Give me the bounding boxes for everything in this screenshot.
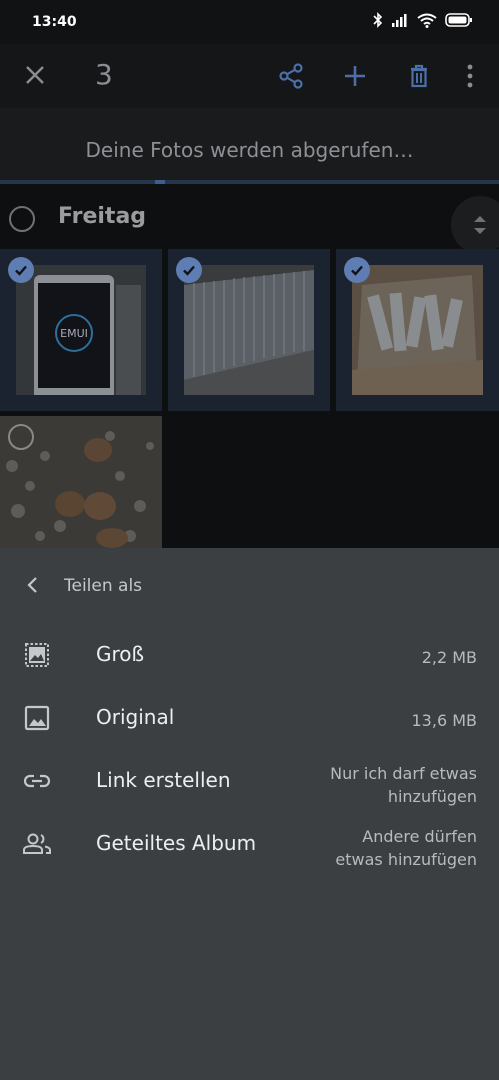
plus-icon bbox=[345, 66, 365, 86]
close-selection-button[interactable] bbox=[20, 60, 50, 90]
photo-tile[interactable]: EMUI bbox=[0, 249, 162, 411]
photo-thumbnail bbox=[184, 265, 314, 395]
more-vert-icon bbox=[467, 64, 473, 88]
share-as-sheet: Teilen als Groß 2,2 MB Original 13,6 MB … bbox=[0, 548, 499, 1080]
selected-check-icon bbox=[176, 257, 202, 283]
date-group-label: Freitag bbox=[58, 204, 147, 229]
back-button[interactable] bbox=[22, 574, 44, 596]
status-bar: 13:40 bbox=[0, 0, 499, 44]
link-icon bbox=[22, 766, 52, 796]
option-label: Original bbox=[96, 705, 175, 729]
phone-screen-text: EMUI bbox=[60, 327, 88, 340]
option-meta: 13,6 MB bbox=[411, 711, 478, 730]
share-option-create-link[interactable]: Link erstellen Nur ich darf etwas hinzuf… bbox=[0, 752, 499, 812]
option-meta: 2,2 MB bbox=[421, 648, 477, 667]
selected-check-icon bbox=[8, 257, 34, 283]
option-label: Geteiltes Album bbox=[96, 831, 257, 855]
add-button[interactable] bbox=[339, 60, 371, 92]
date-group-header: Freitag bbox=[0, 186, 499, 248]
scroll-handle-icon bbox=[474, 216, 486, 234]
photo-tile[interactable] bbox=[168, 249, 330, 411]
fetching-banner: Deine Fotos werden abgerufen… bbox=[0, 108, 499, 184]
chevron-left-icon bbox=[27, 577, 37, 593]
share-option-original[interactable]: Original 13,6 MB bbox=[0, 689, 499, 749]
progress-bar bbox=[0, 180, 499, 184]
share-option-shared-album[interactable]: Geteiltes Album Andere dürfen etwas hinz… bbox=[0, 815, 499, 875]
close-icon bbox=[26, 66, 44, 84]
unselected-radio[interactable] bbox=[8, 424, 34, 450]
progress-fill bbox=[155, 180, 165, 184]
people-icon bbox=[22, 829, 52, 859]
share-button[interactable] bbox=[275, 60, 307, 92]
photo-thumbnail bbox=[352, 265, 483, 395]
signal-icon bbox=[391, 13, 409, 27]
selected-check-icon bbox=[344, 257, 370, 283]
status-icons bbox=[373, 12, 473, 28]
status-time: 13:40 bbox=[32, 14, 77, 30]
bluetooth-icon bbox=[373, 12, 383, 28]
fetching-text: Deine Fotos werden abgerufen… bbox=[85, 138, 414, 162]
sheet-title: Teilen als bbox=[64, 576, 143, 596]
delete-button[interactable] bbox=[403, 60, 435, 92]
more-options-button[interactable] bbox=[455, 60, 485, 92]
battery-icon bbox=[445, 13, 473, 27]
select-group-radio[interactable] bbox=[9, 206, 35, 232]
option-label: Groß bbox=[96, 642, 145, 666]
photo-tile[interactable] bbox=[336, 249, 499, 411]
wifi-icon bbox=[417, 13, 437, 28]
selected-count: 3 bbox=[95, 58, 113, 91]
photo-tile[interactable] bbox=[0, 416, 162, 548]
photo-thumbnail: EMUI bbox=[16, 265, 146, 395]
share-icon bbox=[279, 63, 303, 89]
image-icon bbox=[22, 703, 52, 733]
trash-icon bbox=[411, 64, 427, 88]
sheet-header: Teilen als bbox=[0, 566, 499, 606]
photo-size-select-icon bbox=[22, 640, 52, 670]
option-label: Link erstellen bbox=[96, 768, 231, 792]
option-meta: Andere dürfen etwas hinzufügen bbox=[335, 827, 477, 869]
selection-toolbar: 3 bbox=[0, 44, 499, 108]
share-option-large[interactable]: Groß 2,2 MB bbox=[0, 626, 499, 686]
option-meta: Nur ich darf etwas hinzufügen bbox=[330, 764, 477, 806]
